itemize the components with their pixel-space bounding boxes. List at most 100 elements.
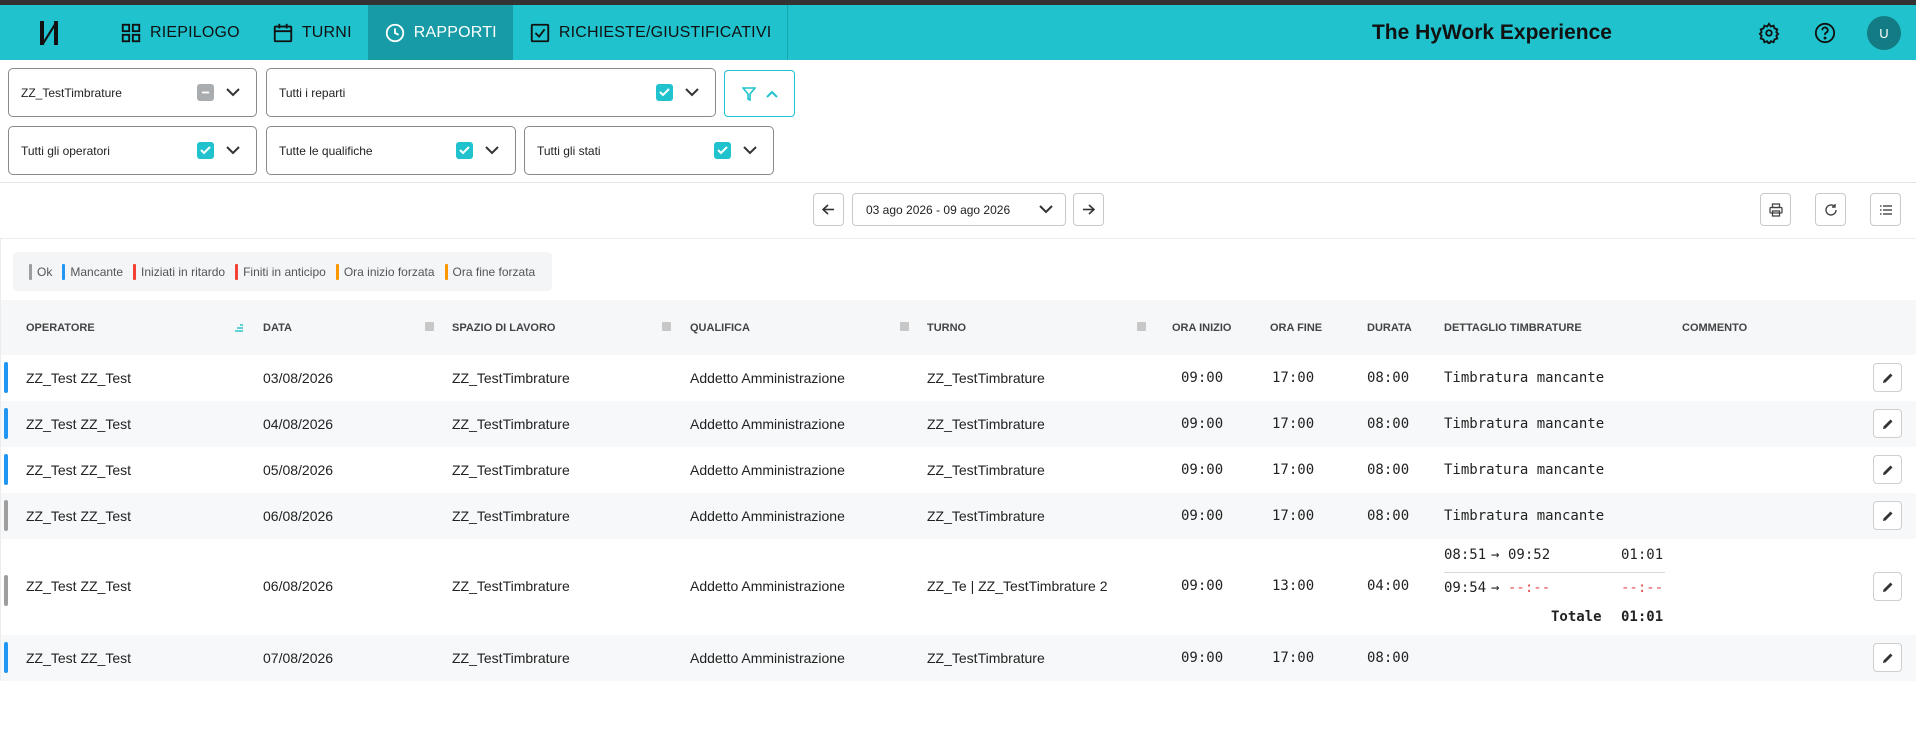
- department-select[interactable]: Tutti i reparti: [266, 68, 716, 117]
- list-icon: [1879, 204, 1892, 215]
- refresh-button[interactable]: [1815, 193, 1846, 226]
- table-row[interactable]: ZZ_Test ZZ_Test 07/08/2026 ZZ_TestTimbratu…: [1, 635, 1916, 681]
- end-time-cell: 17:00: [1272, 416, 1315, 432]
- chevron-down-icon: [743, 146, 757, 155]
- app-logo[interactable]: [0, 5, 104, 60]
- edit-button[interactable]: [1873, 501, 1902, 530]
- tab-riepilogo[interactable]: RIEPILOGO: [104, 5, 256, 60]
- tab-richieste-label: RICHIESTE/GIUSTIFICATIVI: [558, 23, 772, 41]
- start-time-cell: 09:00: [1181, 508, 1224, 524]
- arrow-right-icon: →: [1491, 547, 1500, 563]
- duration-cell: 08:00: [1367, 650, 1410, 666]
- header-workspace[interactable]: SPAZIO DI LAVORO: [452, 322, 556, 334]
- end-time-cell: 17:00: [1272, 462, 1315, 478]
- legend-label: Ora inizio forzata: [343, 264, 435, 279]
- edit-button[interactable]: [1873, 455, 1902, 484]
- nav-tabs: RIEPILOGO TURNI RAPPORTI RICHIESTE/GIUST…: [104, 5, 789, 60]
- punch-out-time: 09:52: [1508, 547, 1551, 563]
- qualification-all-checkbox[interactable]: [456, 142, 473, 159]
- qualification-cell: Addetto Amministrazione: [690, 462, 845, 478]
- sort-icon[interactable]: [425, 322, 434, 331]
- date-range-picker[interactable]: 03 ago 2026 - 09 ago 2026: [852, 193, 1066, 226]
- legend-color-bar: [444, 263, 448, 280]
- qualification-cell: Addetto Amministrazione: [690, 508, 845, 524]
- status-indicator: [4, 408, 8, 439]
- settings-icon[interactable]: [1756, 20, 1782, 46]
- workspace-cell: ZZ_TestTimbrature: [452, 578, 570, 594]
- table-row[interactable]: ZZ_Test ZZ_Test 05/08/2026 ZZ_TestTimbratu…: [1, 447, 1916, 493]
- start-time-cell: 09:00: [1181, 416, 1224, 432]
- chevron-up-icon: [765, 90, 778, 98]
- punch-divider: [1444, 572, 1665, 573]
- prev-week-button[interactable]: [813, 193, 844, 226]
- tab-rapporti[interactable]: RAPPORTI: [367, 5, 513, 60]
- legend-item: Ora inizio forzata: [335, 263, 435, 280]
- filter-toggle-button[interactable]: [724, 70, 795, 117]
- pencil-icon: [1882, 582, 1892, 592]
- sort-icon[interactable]: [1137, 322, 1146, 331]
- clock-icon: [385, 23, 404, 42]
- detail-cell: Timbratura mancante: [1444, 508, 1605, 524]
- shift-cell: ZZ_TestTimbrature: [927, 650, 1045, 666]
- state-all-checkbox[interactable]: [714, 142, 731, 159]
- start-time-cell: 09:00: [1181, 370, 1224, 386]
- duration-cell: 08:00: [1367, 462, 1410, 478]
- site-select[interactable]: ZZ_TestTimbrature: [8, 68, 257, 117]
- operator-select[interactable]: Tutti gli operatori: [8, 126, 257, 175]
- header-operator[interactable]: OPERATORE: [26, 322, 95, 334]
- edit-button[interactable]: [1873, 363, 1902, 392]
- edit-button[interactable]: [1873, 572, 1902, 601]
- edit-button[interactable]: [1873, 643, 1902, 672]
- duration-cell: 04:00: [1367, 578, 1410, 594]
- refresh-icon: [1824, 203, 1837, 216]
- header-qualification[interactable]: QUALIFICA: [690, 322, 750, 334]
- qualification-cell: Addetto Amministrazione: [690, 650, 845, 666]
- calendar-icon: [273, 23, 292, 42]
- chevron-down-icon: [226, 88, 240, 97]
- status-indicator: [4, 500, 8, 531]
- legend-item: Finiti in anticipo: [235, 263, 326, 280]
- operator-all-checkbox[interactable]: [197, 142, 214, 159]
- sort-icon[interactable]: [662, 322, 671, 331]
- legend-color-bar: [235, 263, 239, 280]
- status-legend: Ok Mancante Iniziati in ritardo Finiti in a…: [13, 252, 553, 291]
- state-select[interactable]: Tutti gli stati: [524, 126, 774, 175]
- tab-richieste[interactable]: RICHIESTE/GIUSTIFICATIVI: [513, 5, 789, 60]
- status-indicator: [4, 642, 8, 673]
- header-duration: DURATA: [1367, 322, 1412, 334]
- shift-cell: ZZ_TestTimbrature: [927, 462, 1045, 478]
- sort-icon[interactable]: [900, 322, 909, 331]
- table-row[interactable]: ZZ_Test ZZ_Test 04/08/2026 ZZ_TestTimbratu…: [1, 401, 1916, 447]
- table-body: ZZ_Test ZZ_Test 03/08/2026 ZZ_TestTimbratu…: [1, 355, 1916, 681]
- header-shift[interactable]: TURNO: [927, 322, 966, 334]
- end-time-cell: 17:00: [1272, 370, 1315, 386]
- table-row[interactable]: ZZ_Test ZZ_Test 06/08/2026 ZZ_TestTimbratu…: [1, 493, 1916, 539]
- print-button[interactable]: [1760, 193, 1791, 226]
- edit-button[interactable]: [1873, 409, 1902, 438]
- start-time-cell: 09:00: [1181, 462, 1224, 478]
- sort-asc-icon[interactable]: [234, 322, 244, 332]
- department-all-checkbox[interactable]: [656, 84, 673, 101]
- table-row[interactable]: ZZ_Test ZZ_Test 06/08/2026 ZZ_TestTimbratu…: [1, 539, 1916, 635]
- tab-turni[interactable]: TURNI: [256, 5, 368, 60]
- date-cell: 06/08/2026: [263, 508, 334, 524]
- legend-item: Ok: [29, 263, 53, 280]
- table-row[interactable]: ZZ_Test ZZ_Test 03/08/2026 ZZ_TestTimbratu…: [1, 355, 1916, 401]
- operator-cell: ZZ_Test ZZ_Test: [26, 462, 132, 478]
- header-date[interactable]: DATA: [263, 322, 292, 334]
- site-partial-checkbox[interactable]: [197, 84, 214, 101]
- status-indicator: [4, 575, 8, 606]
- qualification-select[interactable]: Tutte le qualifiche: [266, 126, 516, 175]
- duration-cell: 08:00: [1367, 416, 1410, 432]
- operator-cell: ZZ_Test ZZ_Test: [26, 578, 132, 594]
- legend-label: Ok: [37, 264, 53, 279]
- workspace-cell: ZZ_TestTimbrature: [452, 370, 570, 386]
- top-navbar: RIEPILOGO TURNI RAPPORTI RICHIESTE/GIUST…: [0, 5, 1916, 60]
- next-week-button[interactable]: [1073, 193, 1104, 226]
- help-icon[interactable]: [1812, 20, 1838, 46]
- print-icon: [1768, 202, 1783, 217]
- user-avatar[interactable]: U: [1867, 16, 1901, 50]
- list-view-button[interactable]: [1870, 193, 1901, 226]
- pencil-icon: [1882, 465, 1892, 475]
- start-time-cell: 09:00: [1181, 650, 1224, 666]
